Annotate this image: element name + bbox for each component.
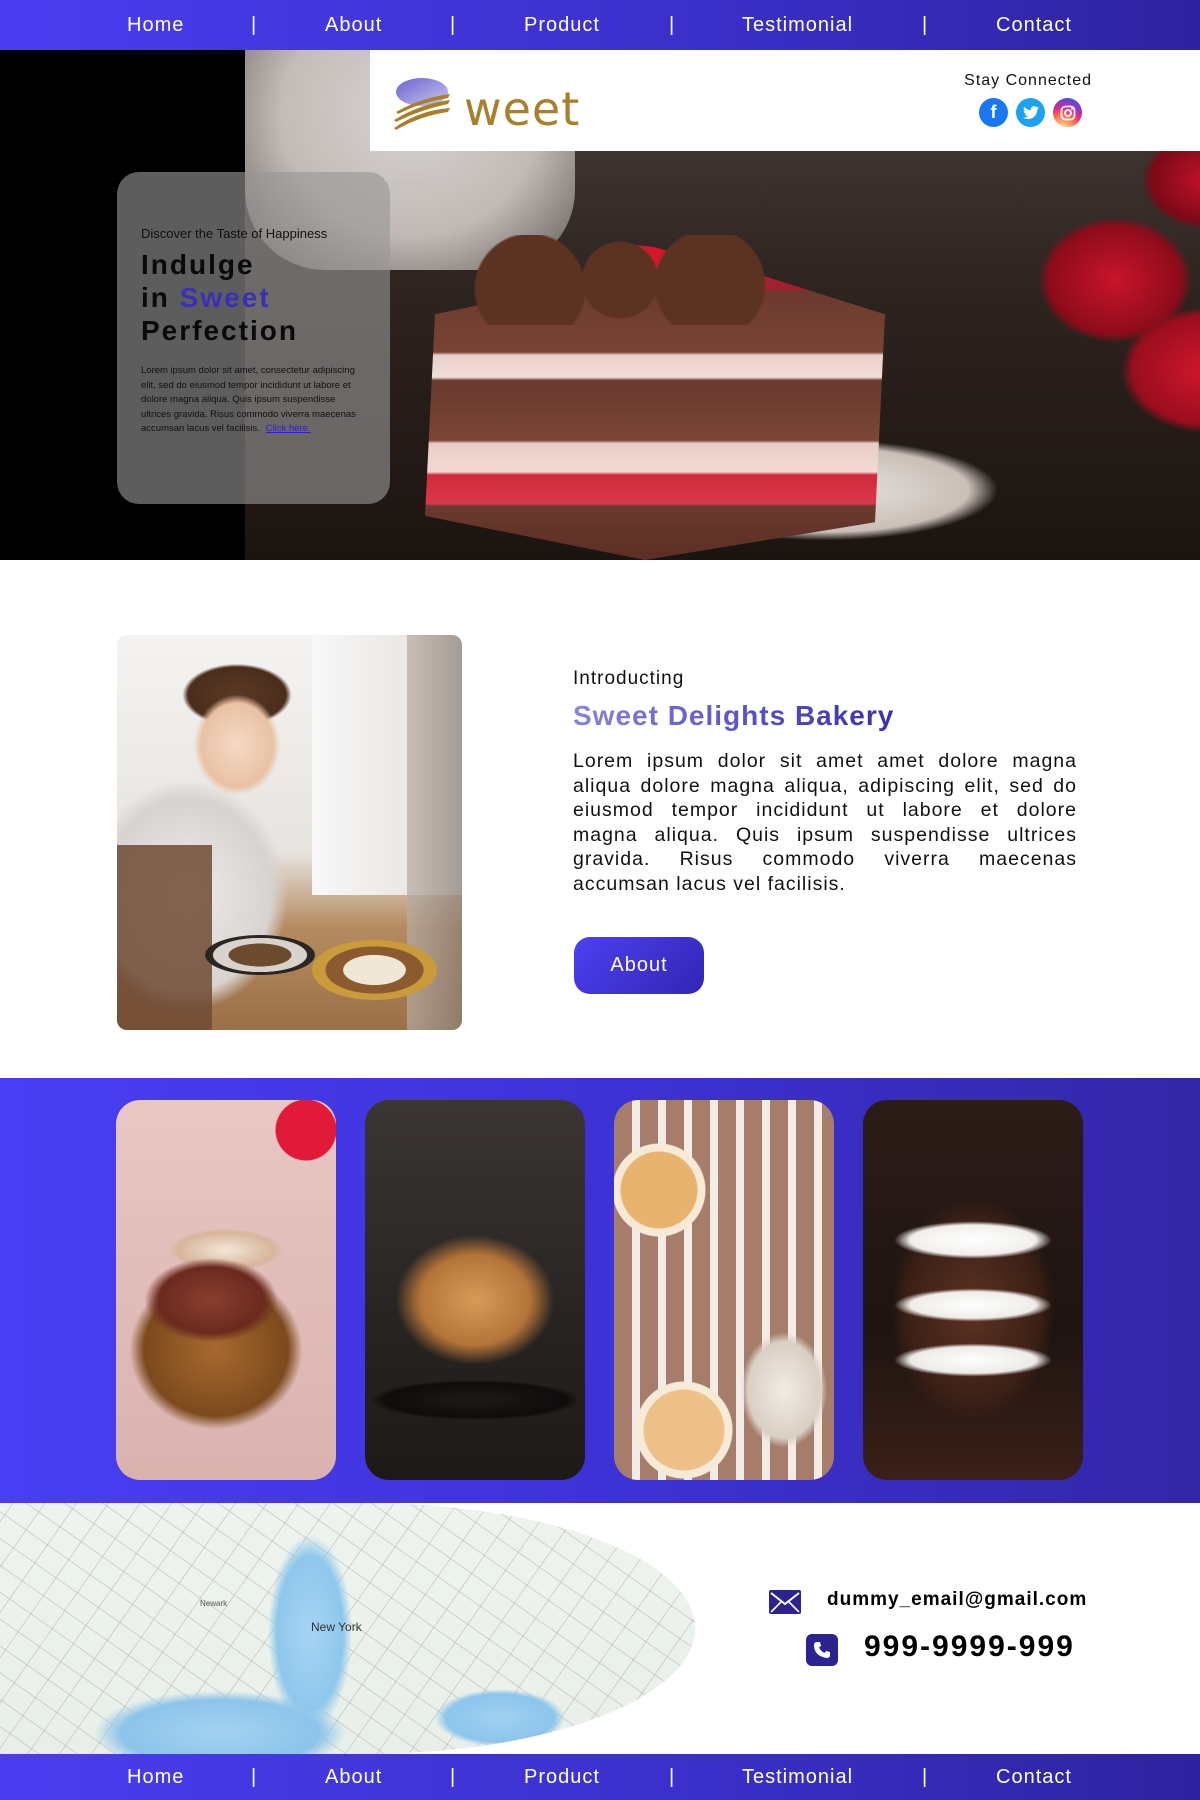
map-label-newark: Newark	[200, 1599, 228, 1608]
footer-nav: Home | About | Product | Testimonial | C…	[0, 1754, 1200, 1800]
swoosh-logo-icon	[394, 78, 450, 130]
footer-nav-contact[interactable]: Contact	[996, 1766, 1072, 1789]
nav-contact[interactable]: Contact	[996, 14, 1072, 37]
about-button[interactable]: About	[574, 937, 704, 994]
hero-description-text: Lorem ipsum dolor sit amet, consectetur …	[141, 365, 356, 434]
nav-separator: |	[450, 13, 456, 36]
nav-product[interactable]: Product	[524, 14, 600, 37]
intro-description: Lorem ipsum dolor sit amet amet dolore m…	[573, 750, 1077, 895]
hero-kicker: Discover the Taste of Happiness	[141, 226, 328, 241]
map-city-label: New York	[311, 1620, 362, 1634]
top-nav: Home | About | Product | Testimonial | C…	[0, 0, 1200, 50]
bundt-cake-photo[interactable]	[365, 1100, 585, 1480]
twitter-icon[interactable]	[1016, 98, 1045, 127]
intro-title: Sweet Delights Bakery	[573, 700, 895, 731]
donut-cake-photo[interactable]	[614, 1100, 834, 1480]
headline-in: in	[141, 282, 170, 313]
nav-separator: |	[450, 1765, 456, 1788]
hero-card: Discover the Taste of Happiness Indulge …	[117, 172, 390, 504]
stay-connected-label: Stay Connected	[964, 72, 1092, 89]
facebook-icon[interactable]: f	[979, 98, 1008, 127]
headline-accent: Sweet	[179, 282, 271, 313]
footer-nav-about[interactable]: About	[325, 1766, 382, 1789]
nav-separator: |	[251, 13, 257, 36]
click-here-link[interactable]: Click here.	[266, 423, 311, 434]
chocolate-layer-cake-photo[interactable]	[863, 1100, 1083, 1480]
nav-separator: |	[922, 1765, 928, 1788]
instagram-camera-icon	[1060, 105, 1075, 120]
footer-nav-testimonial[interactable]: Testimonial	[742, 1766, 853, 1789]
nav-testimonial[interactable]: Testimonial	[742, 14, 853, 37]
nav-about[interactable]: About	[325, 14, 382, 37]
phone-icon	[806, 1634, 838, 1666]
photo-plate	[312, 940, 437, 1000]
nav-separator: |	[669, 13, 675, 36]
cake-topping-image	[470, 235, 770, 325]
headline-line-1: Indulge	[141, 249, 255, 280]
nav-home[interactable]: Home	[127, 14, 184, 37]
product-gallery	[0, 1078, 1200, 1503]
sweet-logo[interactable]: weet	[392, 70, 579, 136]
nav-separator: |	[251, 1765, 257, 1788]
hero-headline: Indulge in Sweet Perfection	[141, 248, 298, 347]
photo-apron	[117, 845, 212, 1030]
instagram-icon[interactable]	[1053, 98, 1082, 127]
headline-line-3: Perfection	[141, 315, 298, 346]
nav-separator: |	[669, 1765, 675, 1788]
location-map[interactable]: New York Newark	[0, 1503, 695, 1754]
nav-separator: |	[922, 13, 928, 36]
hero-description: Lorem ipsum dolor sit amet, consectetur …	[141, 364, 366, 437]
mail-icon	[769, 1590, 801, 1614]
phone-handset-icon	[814, 1642, 830, 1658]
baker-photo	[117, 635, 462, 1030]
photo-plate	[205, 935, 315, 975]
footer-nav-home[interactable]: Home	[127, 1766, 184, 1789]
twitter-bird-icon	[1022, 105, 1039, 119]
brand-header: weet Stay Connected f	[370, 50, 1200, 151]
contact-phone[interactable]: 999-9999-999	[864, 1630, 1075, 1664]
intro-kicker: Introducting	[573, 668, 685, 689]
cake-slice-photo[interactable]	[116, 1100, 336, 1480]
contact-email[interactable]: dummy_email@gmail.com	[827, 1589, 1087, 1611]
social-links: f	[979, 98, 1082, 127]
logo-wordmark: weet	[464, 82, 581, 136]
footer-nav-product[interactable]: Product	[524, 1766, 600, 1789]
